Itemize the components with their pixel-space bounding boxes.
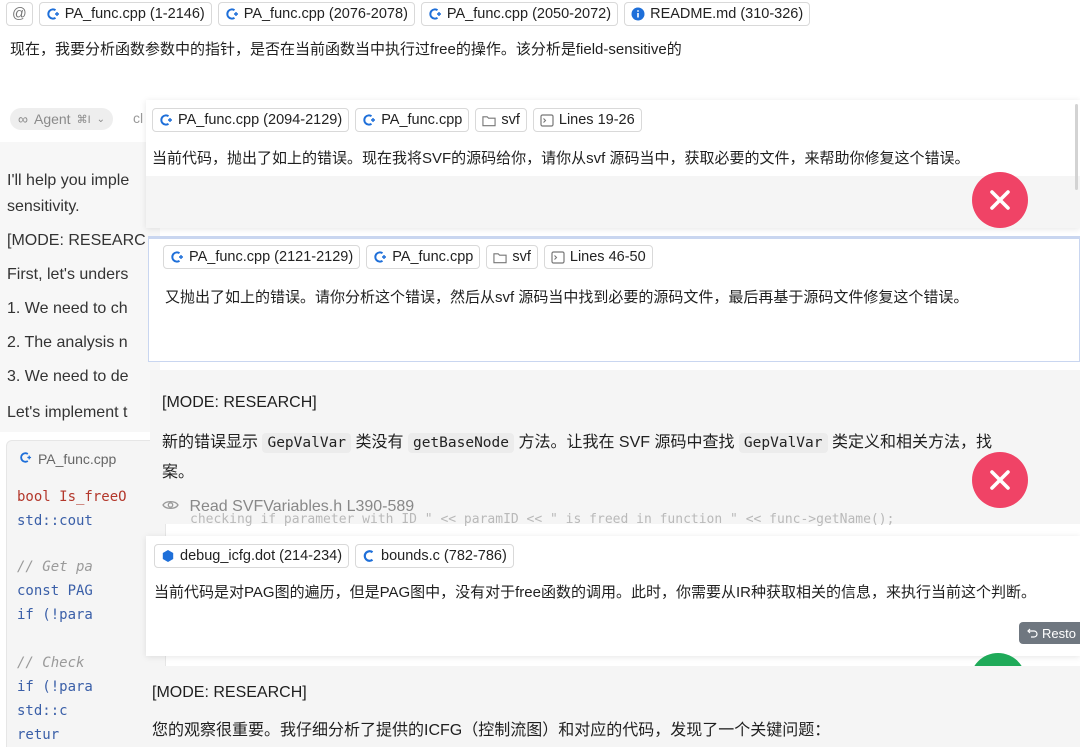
context-chips: debug_icfg.dot (214-234) bounds.c (782-7… [154, 544, 514, 568]
code-line: // Check [17, 655, 85, 671]
code-line: if (!para [17, 679, 93, 695]
info-icon [631, 7, 645, 21]
code-line: retur [17, 727, 60, 743]
c-file-icon [362, 549, 376, 563]
user-message-card: PA_func.cpp (2094-2129) PA_func.cpp svf … [146, 100, 1080, 228]
user-message-card: debug_icfg.dot (214-234) bounds.c (782-7… [146, 536, 1080, 656]
code-line: const PAG [17, 583, 93, 599]
infinity-icon: ∞ [18, 111, 28, 127]
context-chips: PA_func.cpp (2094-2129) PA_func.cpp svf … [152, 108, 642, 132]
mention-button[interactable]: @ [6, 2, 33, 26]
response-text: 案。 [162, 464, 195, 481]
cpp-file-icon [428, 7, 442, 21]
context-chip[interactable]: svf [486, 245, 538, 269]
cpp-file-icon [19, 451, 32, 467]
restore-button[interactable]: Resto [1019, 622, 1080, 644]
folder-icon [482, 113, 496, 127]
chevron-down-icon: ⌄ [96, 113, 106, 125]
user-prompt-text: 现在，我要分析函数参数中的指针，是否在当前函数当中执行过free的操作。该分析是… [10, 41, 682, 58]
bg-text-line: sensitivity. [7, 198, 80, 215]
assistant-response: [MODE: RESEARCH] 新的错误显示 GepValVar 类没有 ge… [150, 370, 1080, 524]
context-chip[interactable]: PA_func.cpp (2121-2129) [163, 245, 361, 269]
bg-text-line: 1. We need to ch [7, 300, 128, 317]
cpp-file-icon [46, 7, 60, 21]
context-chip[interactable]: PA_func.cpp (2050-2072) [420, 2, 619, 26]
bg-text-line: I'll help you imple [7, 172, 130, 189]
context-chip[interactable]: PA_func.cpp (1-2146) [38, 2, 212, 26]
folder-icon [493, 250, 507, 264]
bg-text-line: First, let's unders [7, 266, 129, 283]
context-chip[interactable]: PA_func.cpp (2076-2078) [217, 2, 415, 26]
cpp-file-icon [159, 113, 173, 127]
code-line: // Get pa [17, 559, 93, 575]
inline-code: getBaseNode [407, 433, 514, 453]
context-chips: PA_func.cpp (2121-2129) PA_func.cpp svf … [163, 245, 653, 269]
mode-label: [MODE: RESEARCH] [162, 394, 317, 411]
scrollbar[interactable] [1075, 104, 1078, 190]
context-chip[interactable]: svf [475, 108, 527, 132]
context-chip[interactable]: PA_func.cpp (2094-2129) [152, 108, 350, 132]
response-text: 您的观察很重要。我仔细分析了提供的ICFG（控制流图）和对应的代码，发现了一个关… [152, 722, 831, 739]
code-line: if (!para [17, 607, 93, 623]
code-line: bool Is_freeO [17, 489, 127, 505]
agent-background-pane: ∞ Agent ⌘I ⌄ cl I'll help you imple sens… [0, 96, 166, 747]
context-chip[interactable]: README.md (310-326) [624, 2, 811, 26]
assistant-response: [MODE: RESEARCH] 您的观察很重要。我仔细分析了提供的ICFG（控… [146, 666, 1080, 747]
bg-text-line: 2. The analysis n [7, 334, 128, 351]
code-line: std::c [17, 703, 68, 719]
inline-code: GepValVar [262, 433, 352, 453]
bg-text-line: 3. We need to de [7, 368, 129, 385]
agent-model-label: cl [133, 110, 144, 126]
code-overflow-line: checking if parameter with ID " << param… [190, 512, 895, 527]
cpp-file-icon [225, 7, 239, 21]
user-message-text: 当前代码是对PAG图的遍历，但是PAG图中，没有对于free函数的调用。此时，你… [154, 584, 1036, 601]
inline-code: GepValVar [738, 433, 828, 453]
undo-icon [1027, 626, 1038, 641]
bg-text-line: [MODE: RESEARC [7, 232, 146, 249]
context-chip[interactable]: bounds.c (782-786) [355, 544, 514, 568]
context-chip[interactable]: PA_func.cpp [366, 245, 481, 269]
cpp-file-icon [170, 250, 184, 264]
response-text: 新的错误显示 GepValVar 类没有 getBaseNode 方法。让我在 … [162, 433, 992, 453]
context-chip[interactable]: PA_func.cpp [355, 108, 470, 132]
context-chip[interactable]: debug_icfg.dot (214-234) [154, 544, 350, 568]
eye-icon [162, 498, 179, 515]
user-message-text: 又抛出了如上的错误。请你分析这个错误，然后从svf 源码当中找到必要的源码文件，… [165, 289, 969, 306]
terminal-icon [540, 113, 554, 127]
code-file-name: PA_func.cpp [38, 451, 117, 467]
agent-mode-selector[interactable]: ∞ Agent ⌘I ⌄ [10, 108, 114, 130]
dot-file-icon [161, 549, 175, 563]
context-chip[interactable]: Lines 19-26 [532, 108, 642, 132]
cpp-file-icon [373, 250, 387, 264]
error-icon [972, 452, 1028, 508]
user-message-card: PA_func.cpp (2121-2129) PA_func.cpp svf … [148, 236, 1080, 362]
mode-label: [MODE: RESEARCH] [152, 684, 307, 701]
bg-text-line: Let's implement t [7, 404, 128, 421]
cpp-file-icon [362, 113, 376, 127]
error-icon [972, 172, 1028, 228]
context-chip[interactable]: Lines 46-50 [543, 245, 653, 269]
terminal-icon [551, 250, 565, 264]
code-block: PA_func.cpp bool Is_freeO std::cout // G… [6, 440, 166, 747]
code-line: std::cout [17, 513, 93, 529]
top-context-chips: @ PA_func.cpp (1-2146) PA_func.cpp (2076… [6, 2, 811, 26]
user-message-text: 当前代码，抛出了如上的错误。现在我将SVF的源码给你，请你从svf 源码当中，获… [152, 150, 970, 167]
